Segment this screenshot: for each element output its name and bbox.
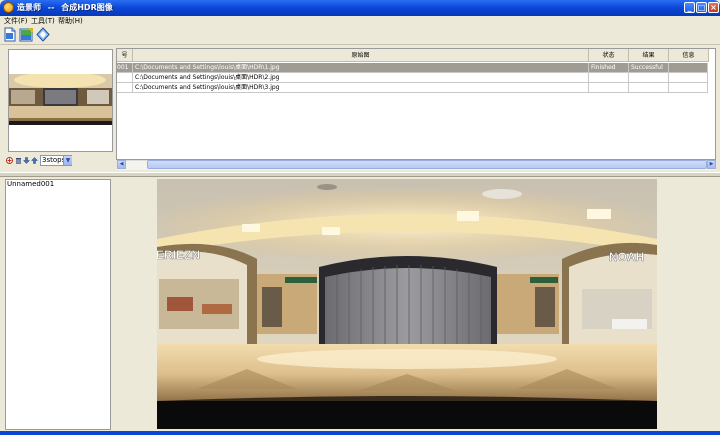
row-path: C:\Documents and Settings\louis\桌面\HDR\1… [133, 63, 589, 73]
column-header-info[interactable]: 信息 [669, 49, 709, 62]
menu-file[interactable]: 文件(F) [4, 16, 28, 26]
window-title: 造景师 -- 合成HDR图像 [17, 2, 113, 14]
row-info [669, 73, 708, 83]
row-info [669, 83, 708, 93]
window-subtitle: 合成HDR图像 [61, 3, 113, 12]
row-result [629, 73, 669, 83]
row-path: C:\Documents and Settings\louis\桌面\HDR\2… [133, 73, 589, 83]
scroll-left-icon[interactable]: ◀ [117, 160, 126, 169]
column-header-num[interactable]: 号 [117, 49, 133, 62]
row-status: Finished [589, 63, 629, 73]
edit-image-icon[interactable] [19, 27, 33, 42]
minimize-button[interactable]: _ [684, 2, 695, 13]
store-sign-left: ERIEZN [157, 248, 200, 262]
scrollbar-thumb[interactable] [147, 160, 707, 169]
row-info [669, 63, 708, 73]
add-icon[interactable] [6, 157, 13, 164]
menu-tools[interactable]: 工具(T) [31, 16, 55, 26]
store-sign-right: NOAH [609, 250, 644, 264]
layer-list [5, 179, 111, 430]
close-button[interactable]: × [708, 2, 719, 13]
menu-bar [0, 16, 720, 26]
pane-splitter[interactable] [0, 172, 720, 177]
preview-image: ERIEZN NOAH [157, 179, 657, 429]
thumbnail-image[interactable] [9, 72, 112, 125]
app-name: 造景师 [17, 3, 41, 12]
row-num: 001 [117, 63, 133, 73]
column-header-source[interactable]: 原始图 [133, 49, 589, 62]
row-status [589, 83, 629, 93]
toolbar [0, 26, 720, 45]
diamond-icon[interactable] [36, 27, 50, 42]
maximize-button[interactable]: □ [696, 2, 707, 13]
row-result: Successful [629, 63, 669, 73]
row-path: C:\Documents and Settings\louis\桌面\HDR\3… [133, 83, 589, 93]
app-icon[interactable] [3, 2, 14, 13]
menu-help[interactable]: 帮助(H) [58, 16, 83, 26]
delete-icon[interactable] [15, 157, 22, 165]
window-frame-bottom [0, 431, 720, 435]
move-down-icon[interactable] [22, 157, 31, 164]
row-status [589, 73, 629, 83]
stops-value: 3stops [42, 156, 66, 164]
preview-margin [705, 179, 716, 431]
move-up-icon[interactable] [30, 157, 39, 164]
table-row[interactable]: C:\Documents and Settings\louis\桌面\HDR\3… [117, 83, 708, 93]
row-num [117, 83, 133, 93]
row-result [629, 83, 669, 93]
column-header-status[interactable]: 状态 [589, 49, 629, 62]
scroll-right-icon[interactable]: ▶ [707, 160, 716, 169]
table-row[interactable]: C:\Documents and Settings\louis\桌面\HDR\2… [117, 73, 708, 83]
chevron-down-icon[interactable]: ▼ [63, 156, 72, 165]
table-row[interactable]: 001 C:\Documents and Settings\louis\桌面\H… [117, 63, 708, 73]
row-num [117, 73, 133, 83]
file-icon[interactable] [3, 27, 17, 42]
list-item[interactable]: Unnamed001 [7, 180, 54, 189]
column-header-result[interactable]: 结果 [629, 49, 669, 62]
title-separator: -- [47, 3, 55, 12]
